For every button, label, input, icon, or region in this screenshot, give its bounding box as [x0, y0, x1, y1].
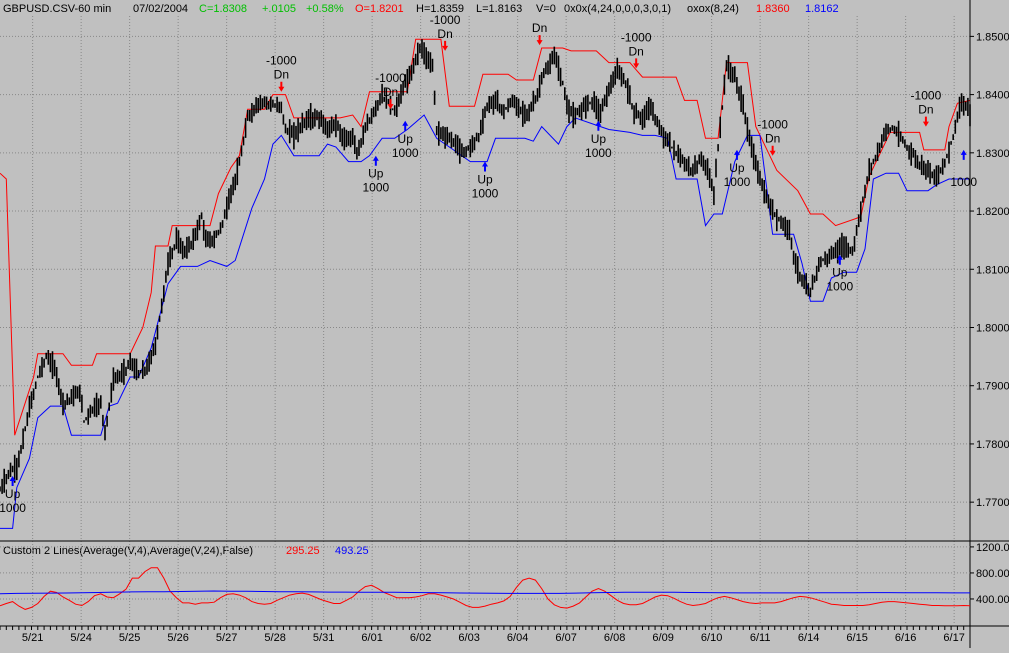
signal-label: Up	[477, 173, 493, 187]
date-tick-label: 6/07	[555, 632, 576, 644]
date-tick-label: 6/08	[604, 632, 625, 644]
signal-quantity: 1000	[724, 175, 751, 189]
price-tick-label: 1.8400	[976, 90, 1009, 102]
signal-quantity: 1000	[0, 501, 26, 515]
date-tick-label: 6/02	[410, 632, 431, 644]
price-tick-label: 1.8500	[976, 31, 1009, 43]
date-tick-label: 5/25	[119, 632, 140, 644]
date-tick-label: 6/03	[458, 632, 479, 644]
date-tick-label: 6/10	[701, 632, 722, 644]
date-tick-label: 6/09	[652, 632, 673, 644]
date-tick-label: 6/17	[943, 632, 964, 644]
signal-quantity: -1000	[757, 118, 788, 132]
signal-label: Dn	[628, 44, 643, 58]
signal-quantity: 1000	[826, 280, 853, 294]
price-tick-label: 1.8100	[976, 264, 1009, 276]
signal-quantity: -1000	[430, 13, 461, 27]
signal-label: Dn	[437, 27, 452, 41]
signal-label: Up	[729, 161, 745, 175]
date-tick-label: 6/01	[361, 632, 382, 644]
volume-tick-label: 800.00	[976, 568, 1009, 580]
price-tick-label: 1.8000	[976, 322, 1009, 334]
signal-quantity: -1000	[911, 89, 942, 103]
date-tick-label: 6/04	[507, 632, 528, 644]
volume-tick-label: 1200.0	[976, 542, 1009, 554]
price-tick-label: 1.7700	[976, 497, 1009, 509]
signal-label: Dn	[765, 132, 780, 146]
price-tick-label: 1.7900	[976, 381, 1009, 393]
signal-label: Up	[368, 167, 384, 181]
signal-quantity: -1000	[375, 71, 406, 85]
price-tick-label: 1.8300	[976, 148, 1009, 160]
signal-label: Dn	[274, 68, 289, 82]
header-volume: V=0	[536, 3, 556, 15]
signal-quantity: 1000	[472, 187, 499, 201]
header-change-pct: +0.58%	[306, 3, 344, 15]
header-symbol: GBPUSD.CSV-60 min	[3, 3, 111, 15]
header-indicator2: oxox(8,24)	[687, 3, 739, 15]
header-date: 07/02/2004	[133, 3, 188, 15]
date-tick-label: 5/24	[70, 632, 91, 644]
signal-quantity: -1000	[266, 54, 297, 68]
price-tick-label: 1.8200	[976, 206, 1009, 218]
signal-quantity: 1000	[362, 181, 389, 195]
date-tick-label: 5/28	[264, 632, 285, 644]
header-low: L=1.8163	[476, 3, 522, 15]
header-indicator1: 0x0x(4,24,0,0,0,3,0,1)	[564, 3, 671, 15]
header-indicator2-val1: 1.8360	[756, 3, 790, 15]
volume-tick-label: 400.00	[976, 594, 1009, 606]
chart-root: GBPUSD.CSV-60 min 07/02/2004 C=1.8308 +.…	[0, 0, 1009, 648]
signal-label: Dn	[532, 21, 547, 35]
header-indicator2-val2: 1.8162	[805, 3, 839, 15]
date-tick-label: 5/31	[313, 632, 334, 644]
header-change: +.0105	[262, 3, 296, 15]
signal-label: Up	[832, 266, 848, 280]
date-tick-label: 6/14	[798, 632, 819, 644]
signal-label: Up	[5, 487, 21, 501]
date-tick-label: 5/26	[167, 632, 188, 644]
chart-canvas: GBPUSD.CSV-60 min 07/02/2004 C=1.8308 +.…	[0, 0, 1009, 648]
signal-label: Up	[591, 132, 607, 146]
signal-quantity: 1000	[585, 146, 612, 160]
date-tick-label: 6/15	[846, 632, 867, 644]
date-tick-label: 6/16	[895, 632, 916, 644]
header-open: O=1.8201	[355, 3, 404, 15]
date-tick-label: 6/11	[750, 632, 771, 644]
signal-label: Dn	[918, 103, 933, 117]
signal-quantity: 1000	[950, 175, 977, 189]
subpanel-title: Custom 2 Lines(Average(V,4),Average(V,24…	[3, 545, 253, 557]
price-tick-label: 1.7800	[976, 439, 1009, 451]
signal-label: Up	[398, 132, 414, 146]
date-tick-label: 5/21	[22, 632, 43, 644]
signal-quantity: -1000	[621, 30, 652, 44]
date-tick-label: 5/27	[216, 632, 237, 644]
header-close: C=1.8308	[199, 3, 247, 15]
signal-quantity: 1000	[392, 146, 419, 160]
signal-label: Dn	[383, 85, 398, 99]
